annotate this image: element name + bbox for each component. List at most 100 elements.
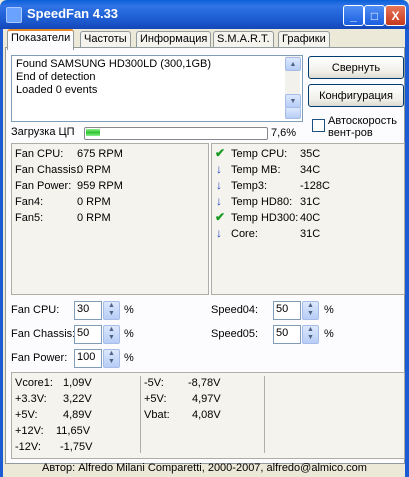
spin-up-down-icon[interactable]: ▲ ▼: [103, 325, 120, 344]
voltage-name: -5V:: [144, 377, 164, 389]
cpu-load-value: 7,6%: [271, 127, 297, 139]
speed-label: Speed04:: [211, 304, 259, 316]
maximize-window-button[interactable]: □: [364, 5, 385, 26]
temp-name: Core:: [231, 228, 258, 240]
arrow-down-icon: ↓: [216, 178, 222, 192]
temp-value: 31C: [300, 228, 321, 240]
speed-input[interactable]: 50: [74, 325, 102, 344]
temp-value: 34C: [300, 164, 321, 176]
speed-unit: %: [324, 304, 334, 316]
arrow-down-icon: ↓: [216, 226, 222, 240]
voltage-value: 4,89V: [63, 409, 92, 421]
maximize-icon: □: [370, 8, 379, 23]
speed-label: Fan CPU:: [11, 304, 60, 316]
voltage-value: 3,22V: [63, 393, 92, 405]
voltage-value: 1,09V: [63, 377, 92, 389]
fan-value: 0 RPM: [77, 212, 111, 224]
close-window-button[interactable]: X: [385, 5, 406, 26]
configuration-button[interactable]: Конфигурация: [308, 84, 404, 107]
voltage-name: +5V:: [15, 409, 38, 421]
arrow-down-icon: ↓: [216, 162, 222, 176]
fan-name: Fan5:: [15, 212, 44, 224]
voltage-name: +3.3V:: [15, 393, 47, 405]
spin-up-down-icon[interactable]: ▲ ▼: [302, 301, 319, 320]
voltages-divider: [264, 376, 265, 453]
temp-name: Temp3:: [231, 180, 268, 192]
log-line: Found SAMSUNG HD300LD (300,1GB): [16, 58, 212, 70]
event-log[interactable]: Found SAMSUNG HD300LD (300,1GB) End of d…: [11, 55, 303, 122]
arrow-down-icon: ↓: [216, 194, 222, 208]
voltage-value: -8,78V: [188, 377, 221, 389]
log-line: End of detection: [16, 71, 96, 83]
minimize-button[interactable]: Свернуть: [308, 56, 404, 79]
speed-input[interactable]: 50: [273, 301, 301, 320]
temp-name: Temp CPU:: [231, 148, 288, 160]
configuration-button-label: Конфигурация: [319, 89, 393, 102]
autospeed-label-1: Автоскорость: [328, 115, 398, 127]
speed-input[interactable]: 100: [74, 349, 102, 368]
voltage-value: 4,08V: [192, 409, 221, 421]
autospeed-checkbox[interactable]: [312, 119, 325, 132]
speed-value: 50: [276, 303, 289, 315]
fan-value: 959 RPM: [77, 180, 123, 192]
fan-name: Fan Chassis:: [15, 164, 80, 176]
scroll-down-icon[interactable]: ▼: [285, 94, 301, 108]
speed-value: 50: [276, 327, 289, 339]
autospeed-label-2: вент-ров: [328, 127, 373, 139]
fan-name: Fan Power:: [15, 180, 72, 192]
speed-label: Fan Power:: [11, 352, 68, 364]
status-bar: Автор: Alfredo Milani Comparetti, 2000-2…: [42, 462, 367, 474]
fan-value: 0 RPM: [77, 164, 111, 176]
speed-label: Speed05:: [211, 328, 259, 340]
voltage-value: 4,97V: [192, 393, 221, 405]
voltage-value: -1,75V: [60, 441, 93, 453]
speed-value: 100: [77, 351, 96, 363]
fan-value: 0 RPM: [77, 196, 111, 208]
cpu-load-label: Загрузка ЦП: [11, 126, 75, 138]
minimize-button-label: Свернуть: [331, 61, 381, 74]
temp-name: Temp HD300:: [231, 212, 299, 224]
fan-name: Fan4:: [15, 196, 44, 208]
cpu-load-bar: [84, 127, 268, 140]
app-icon: [6, 7, 22, 23]
close-icon: X: [391, 8, 400, 23]
speed-unit: %: [124, 304, 134, 316]
temp-value: -128C: [300, 180, 330, 192]
temp-name: Temp MB:: [231, 164, 281, 176]
minimize-window-button[interactable]: _: [343, 5, 364, 26]
speed-unit: %: [324, 328, 334, 340]
temp-value: 31C: [300, 196, 321, 208]
voltage-value: 11,65V: [56, 425, 91, 437]
scroll-thumb[interactable]: [285, 107, 301, 119]
voltage-name: Vbat:: [144, 409, 170, 421]
voltage-name: -12V:: [15, 441, 41, 453]
speed-label: Fan Chassis:: [11, 328, 76, 340]
window-frame-left: [0, 29, 3, 477]
speed-value: 30: [77, 303, 90, 315]
check-icon: ✔: [215, 146, 226, 160]
speed-input[interactable]: 50: [273, 325, 301, 344]
voltage-name: Vcore1:: [15, 377, 53, 389]
voltage-name: +12V:: [15, 425, 44, 437]
log-line: Loaded 0 events: [16, 84, 98, 96]
tab-smart[interactable]: S.M.A.R.T.: [213, 31, 274, 48]
window-title: SpeedFan 4.33: [27, 6, 119, 21]
scroll-up-icon[interactable]: ▲: [285, 57, 301, 71]
cpu-load-bar-fill: [86, 129, 100, 136]
speed-unit: %: [124, 328, 134, 340]
spin-up-down-icon[interactable]: ▲ ▼: [103, 301, 120, 320]
tab-charts[interactable]: Графики: [278, 31, 330, 48]
tab-indicators[interactable]: Показатели: [7, 29, 75, 50]
minimize-icon: _: [350, 8, 357, 23]
voltages-divider: [140, 376, 141, 453]
speed-input[interactable]: 30: [74, 301, 102, 320]
temp-name: Temp HD80:: [231, 196, 293, 208]
tab-frequencies[interactable]: Частоты: [80, 31, 131, 48]
temp-value: 40C: [300, 212, 321, 224]
spin-up-down-icon[interactable]: ▲ ▼: [103, 349, 120, 368]
voltage-name: +5V:: [144, 393, 167, 405]
tab-info[interactable]: Информация: [136, 31, 212, 48]
speed-value: 50: [77, 327, 90, 339]
window-frame-right: [405, 29, 409, 477]
spin-up-down-icon[interactable]: ▲ ▼: [302, 325, 319, 344]
